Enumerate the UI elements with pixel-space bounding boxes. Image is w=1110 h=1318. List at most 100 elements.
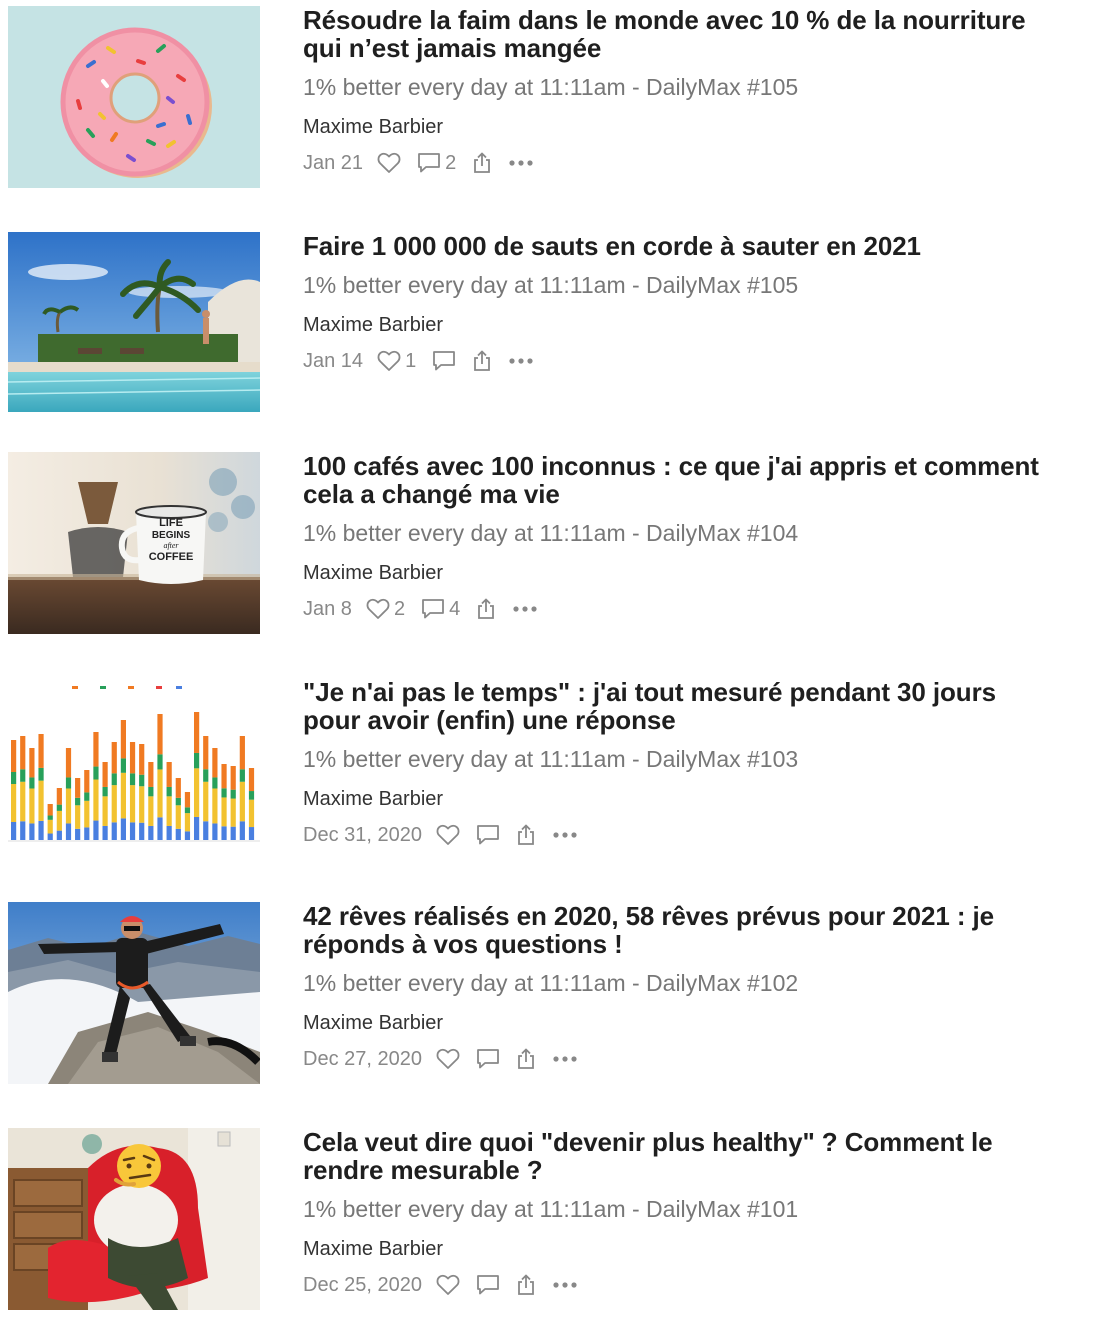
post-thumbnail[interactable]	[8, 232, 260, 414]
thumbnail-bar-segment	[166, 796, 172, 826]
thumbnail-bar-segment	[102, 825, 108, 840]
post-author[interactable]: Maxime Barbier	[303, 114, 1104, 140]
post-title-line[interactable]: pour avoir (enfin) une réponse	[303, 706, 1104, 734]
comment-button[interactable]	[476, 1274, 500, 1296]
like-button[interactable]	[436, 1048, 460, 1070]
like-count: 1	[405, 349, 417, 372]
comment-button[interactable]: 4	[421, 598, 460, 621]
post-title-line[interactable]: 100 cafés avec 100 inconnus : ce que j'a…	[303, 452, 1104, 480]
post-title-line[interactable]: qui n’est jamais mangée	[303, 34, 1104, 62]
post-item[interactable]: LIFE BEGINS after COFFEE 100 cafés avec …	[8, 452, 1104, 634]
post-date: Dec 25, 2020	[303, 1273, 422, 1296]
thumbnail-bar-segment	[148, 762, 154, 787]
post-meta: Jan 8 2 4	[303, 594, 1104, 624]
thumbnail-bar-segment	[11, 772, 17, 784]
like-button[interactable]	[436, 1274, 460, 1296]
thumbnail-bar-segment	[111, 773, 117, 786]
thumbnail-bar-segment	[184, 792, 191, 808]
post-author[interactable]: Maxime Barbier	[303, 786, 1104, 812]
thumbnail-bar-segment	[75, 778, 81, 798]
post-title[interactable]: 42 rêves réalisés en 2020, 58 rêves prév…	[303, 902, 1104, 958]
like-button[interactable]	[377, 152, 401, 174]
thumbnail-bar-segment	[239, 821, 245, 840]
thumbnail-bar-segment	[203, 736, 209, 770]
post-title-line[interactable]: Cela veut dire quoi "devenir plus health…	[303, 1128, 1104, 1156]
more-button[interactable]	[552, 1055, 578, 1063]
post-title[interactable]: 100 cafés avec 100 inconnus : ce que j'a…	[303, 452, 1104, 508]
thumbnail-bar-segment	[239, 736, 245, 770]
post-title[interactable]: Faire 1 000 000 de sauts en corde à saut…	[303, 232, 1104, 260]
thumbnail-bar-segment	[11, 740, 17, 772]
post-item[interactable]: Cela veut dire quoi "devenir plus health…	[8, 1128, 1104, 1310]
post-subtitle: 1% better every day at 11:11am - DailyMa…	[303, 520, 799, 546]
share-button[interactable]	[516, 1048, 536, 1070]
thumbnail-bar-segment	[56, 810, 62, 831]
thumbnail-bar-segment	[175, 778, 181, 798]
post-title-line[interactable]: rendre mesurable ?	[303, 1156, 1104, 1184]
comment-button[interactable]	[476, 824, 500, 846]
post-date: Jan 8	[303, 597, 352, 620]
share-button[interactable]	[516, 1274, 536, 1296]
post-title-line[interactable]: "Je n'ai pas le temps" : j'ai tout mesur…	[303, 678, 1104, 706]
comment-button[interactable]	[476, 1048, 500, 1070]
like-button[interactable]	[436, 824, 460, 846]
comment-button[interactable]	[432, 350, 456, 372]
post-author[interactable]: Maxime Barbier	[303, 312, 1104, 338]
post-item[interactable]: Faire 1 000 000 de sauts en corde à saut…	[8, 232, 1104, 414]
comment-bubble-icon	[477, 1275, 499, 1295]
heart-icon	[436, 824, 460, 845]
like-button[interactable]: 1	[377, 350, 416, 373]
post-title-line[interactable]: 42 rêves réalisés en 2020, 58 rêves prév…	[303, 902, 1104, 930]
like-button[interactable]: 2	[366, 598, 405, 621]
thumbnail-bar-segment	[157, 817, 163, 840]
share-icon	[518, 1274, 534, 1295]
mug-text: after	[163, 541, 179, 550]
thumbnail-bar-segment	[248, 768, 255, 792]
post-thumbnail[interactable]	[8, 6, 260, 188]
thumbnail-bar-segment	[75, 805, 81, 829]
thumbnail-bar-segment	[175, 797, 181, 806]
thumbnail-bar-segment	[56, 804, 62, 811]
thumbnail-bar-segment	[194, 768, 200, 817]
thumbnail-bar-segment	[47, 819, 53, 834]
more-button[interactable]	[552, 1281, 578, 1289]
post-title-line[interactable]: réponds à vos questions !	[303, 930, 1104, 958]
post-title-line[interactable]: cela a changé ma vie	[303, 480, 1104, 508]
thumbnail-bar-segment	[38, 780, 44, 821]
more-button[interactable]	[508, 159, 534, 167]
post-thumbnail[interactable]	[8, 902, 260, 1084]
share-button[interactable]	[516, 824, 536, 846]
more-button[interactable]	[512, 605, 538, 613]
share-button[interactable]	[472, 152, 492, 174]
post-item[interactable]: Résoudre la faim dans le monde avec 10 %…	[8, 6, 1104, 188]
heart-icon	[436, 1048, 460, 1069]
post-author[interactable]: Maxime Barbier	[303, 560, 1104, 586]
post-date: Jan 21	[303, 151, 364, 174]
post-author[interactable]: Maxime Barbier	[303, 1010, 1104, 1036]
more-button[interactable]	[508, 357, 534, 365]
share-button[interactable]	[472, 350, 492, 372]
thumbnail-bar-segment	[29, 748, 35, 778]
thumbnail-bar-segment	[239, 781, 245, 822]
like-count: 2	[393, 597, 406, 620]
thumbnail-bar-segment	[203, 821, 209, 840]
post-thumbnail[interactable]: LIFE BEGINS after COFFEE	[8, 452, 260, 634]
comment-count: 4	[449, 597, 461, 620]
comment-button[interactable]: 2	[417, 152, 456, 175]
post-thumbnail[interactable]	[8, 678, 260, 860]
post-title-line[interactable]: Faire 1 000 000 de sauts en corde à saut…	[303, 232, 1104, 260]
post-thumbnail[interactable]	[8, 1128, 260, 1310]
post-item[interactable]: "Je n'ai pas le temps" : j'ai tout mesur…	[8, 678, 1104, 860]
heart-icon	[377, 350, 401, 371]
post-title-line[interactable]: Résoudre la faim dans le monde avec 10 %…	[303, 6, 1104, 34]
thumbnail-bar-segment	[93, 820, 99, 840]
post-item[interactable]: 42 rêves réalisés en 2020, 58 rêves prév…	[8, 902, 1104, 1084]
post-title[interactable]: Cela veut dire quoi "devenir plus health…	[303, 1128, 1104, 1184]
post-title[interactable]: Résoudre la faim dans le monde avec 10 %…	[303, 6, 1104, 62]
comment-count: 2	[445, 151, 457, 174]
post-author[interactable]: Maxime Barbier	[303, 1236, 1104, 1262]
more-button[interactable]	[552, 831, 578, 839]
post-title[interactable]: "Je n'ai pas le temps" : j'ai tout mesur…	[303, 678, 1104, 734]
thumbnail-bar-segment	[29, 788, 35, 824]
share-button[interactable]	[476, 598, 496, 620]
